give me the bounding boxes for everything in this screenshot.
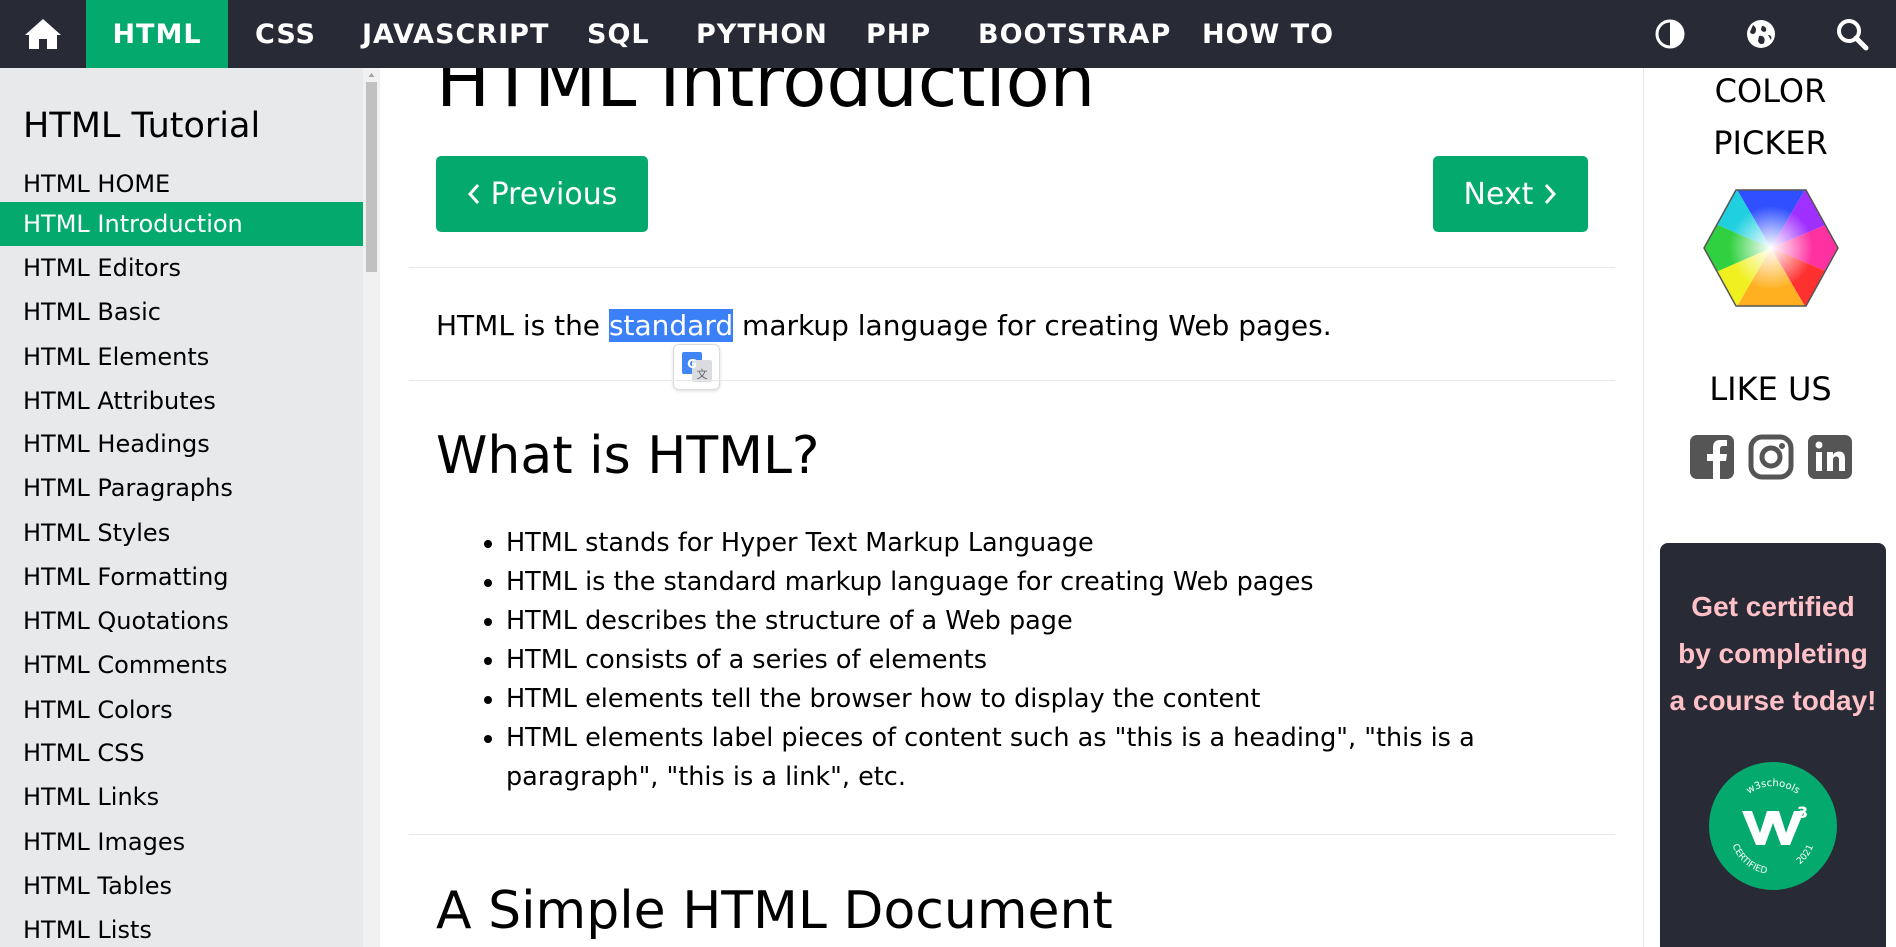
home-button[interactable] (0, 0, 85, 68)
chevron-left-icon (467, 184, 479, 204)
divider (409, 267, 1615, 268)
search-icon (1837, 19, 1869, 51)
bullet-list: HTML stands for Hyper Text Markup Langua… (484, 524, 1556, 797)
sidebar-item-html-comments[interactable]: HTML Comments (0, 643, 363, 687)
badge-mark-text: 3 (1797, 803, 1808, 822)
sidebar-item-html-attributes[interactable]: HTML Attributes (0, 379, 363, 423)
sidebar-item-html-images[interactable]: HTML Images (0, 820, 363, 864)
sidebar-item-html-paragraphs[interactable]: HTML Paragraphs (0, 466, 363, 510)
color-picker-title-line1: COLOR (1714, 72, 1827, 110)
sidebar-item-html-styles[interactable]: HTML Styles (0, 511, 363, 555)
intro-text-after: markup language for creating Web pages. (733, 309, 1332, 342)
list-item: HTML elements tell the browser how to di… (484, 680, 1556, 719)
sidebar-item-html-colors[interactable]: HTML Colors (0, 688, 363, 732)
sidebar-item-html-quotations[interactable]: HTML Quotations (0, 599, 363, 643)
previous-button[interactable]: Previous (436, 156, 648, 232)
google-translate-icon: G 文 (681, 352, 712, 382)
sidebar-item-html-css[interactable]: HTML CSS (0, 731, 363, 775)
language-button[interactable] (1736, 0, 1786, 68)
sidebar-item-html-editors[interactable]: HTML Editors (0, 246, 363, 290)
sidebar-item-html-formatting[interactable]: HTML Formatting (0, 555, 363, 599)
list-item: HTML elements label pieces of content su… (484, 719, 1556, 797)
sidebar-item-html-basic[interactable]: HTML Basic (0, 290, 363, 334)
search-button[interactable] (1827, 0, 1877, 68)
list-item: HTML consists of a series of elements (484, 641, 1556, 680)
sidebar: HTML Tutorial HTML HOME HTML Introductio… (0, 68, 363, 947)
certification-ad-text: Get certified by completing a course tod… (1660, 583, 1886, 724)
cert-line: Get certified (1691, 591, 1855, 622)
nav-javascript[interactable]: JAVASCRIPT (362, 0, 549, 68)
nav-html[interactable]: HTML (86, 0, 228, 68)
main-content: HTML Introduction Previous Next HTML is … (380, 68, 1643, 947)
previous-button-label: Previous (490, 176, 618, 212)
right-column: COLOR PICKER LIKE US Get certified by co… (1643, 68, 1896, 947)
like-us-title: LIKE US (1709, 370, 1832, 408)
chevron-right-icon (1545, 184, 1557, 204)
nav-bootstrap[interactable]: BOOTSTRAP (978, 0, 1171, 68)
nav-how-to[interactable]: HOW TO (1202, 0, 1334, 68)
next-button-label: Next (1463, 176, 1534, 212)
nav-css[interactable]: CSS (255, 0, 316, 68)
contrast-icon (1655, 19, 1685, 49)
divider (409, 380, 1615, 381)
list-item: HTML is the standard markup language for… (484, 563, 1556, 602)
top-navigation: HTML CSS JAVASCRIPT SQL PYTHON PHP BOOTS… (0, 0, 1896, 68)
next-button[interactable]: Next (1433, 156, 1588, 232)
instagram-icon[interactable] (1748, 434, 1794, 480)
certification-ad[interactable]: Get certified by completing a course tod… (1660, 543, 1886, 947)
sidebar-item-html-elements[interactable]: HTML Elements (0, 335, 363, 379)
nav-python[interactable]: PYTHON (696, 0, 828, 68)
intro-text-before: HTML is the (436, 309, 609, 342)
sidebar-scrollbar-thumb[interactable] (366, 82, 377, 272)
scroll-up-arrow-icon[interactable] (366, 70, 377, 80)
section-heading-simple-html-document: A Simple HTML Document (436, 881, 1113, 941)
contrast-toggle[interactable] (1645, 0, 1695, 68)
page-title: HTML Introduction (436, 68, 1096, 123)
color-picker-title-line2: PICKER (1713, 124, 1828, 162)
svg-text:G: G (687, 357, 697, 371)
list-item: HTML describes the structure of a Web pa… (484, 602, 1556, 641)
home-icon (24, 19, 61, 49)
translate-popup-button[interactable]: G 文 (673, 344, 720, 390)
selected-text[interactable]: standard (608, 309, 734, 342)
intro-text: HTML is the standard markup language for… (436, 306, 1332, 345)
linkedin-icon[interactable] (1807, 434, 1853, 480)
sidebar-item-html-introduction[interactable]: HTML Introduction (0, 202, 363, 246)
sidebar-item-html-links[interactable]: HTML Links (0, 775, 363, 819)
globe-icon (1747, 20, 1775, 48)
sidebar-item-html-home[interactable]: HTML HOME (0, 162, 363, 206)
w3schools-certified-badge-icon: w3schools CERTIFIED 2021 3 (1709, 762, 1837, 890)
color-picker-icon[interactable] (1702, 188, 1840, 308)
sidebar-item-html-tables[interactable]: HTML Tables (0, 864, 363, 908)
facebook-icon[interactable] (1689, 434, 1735, 480)
sidebar-title: HTML Tutorial (23, 106, 261, 146)
list-item: HTML stands for Hyper Text Markup Langua… (484, 524, 1556, 563)
nav-php[interactable]: PHP (866, 0, 931, 68)
section-heading-what-is-html: What is HTML? (436, 426, 820, 486)
divider (409, 834, 1615, 835)
nav-sql[interactable]: SQL (587, 0, 650, 68)
sidebar-item-html-headings[interactable]: HTML Headings (0, 422, 363, 466)
svg-text:文: 文 (696, 367, 707, 381)
cert-line: a course today! (1669, 685, 1877, 716)
cert-line: by completing (1678, 638, 1868, 669)
sidebar-item-html-lists[interactable]: HTML Lists (0, 908, 363, 947)
